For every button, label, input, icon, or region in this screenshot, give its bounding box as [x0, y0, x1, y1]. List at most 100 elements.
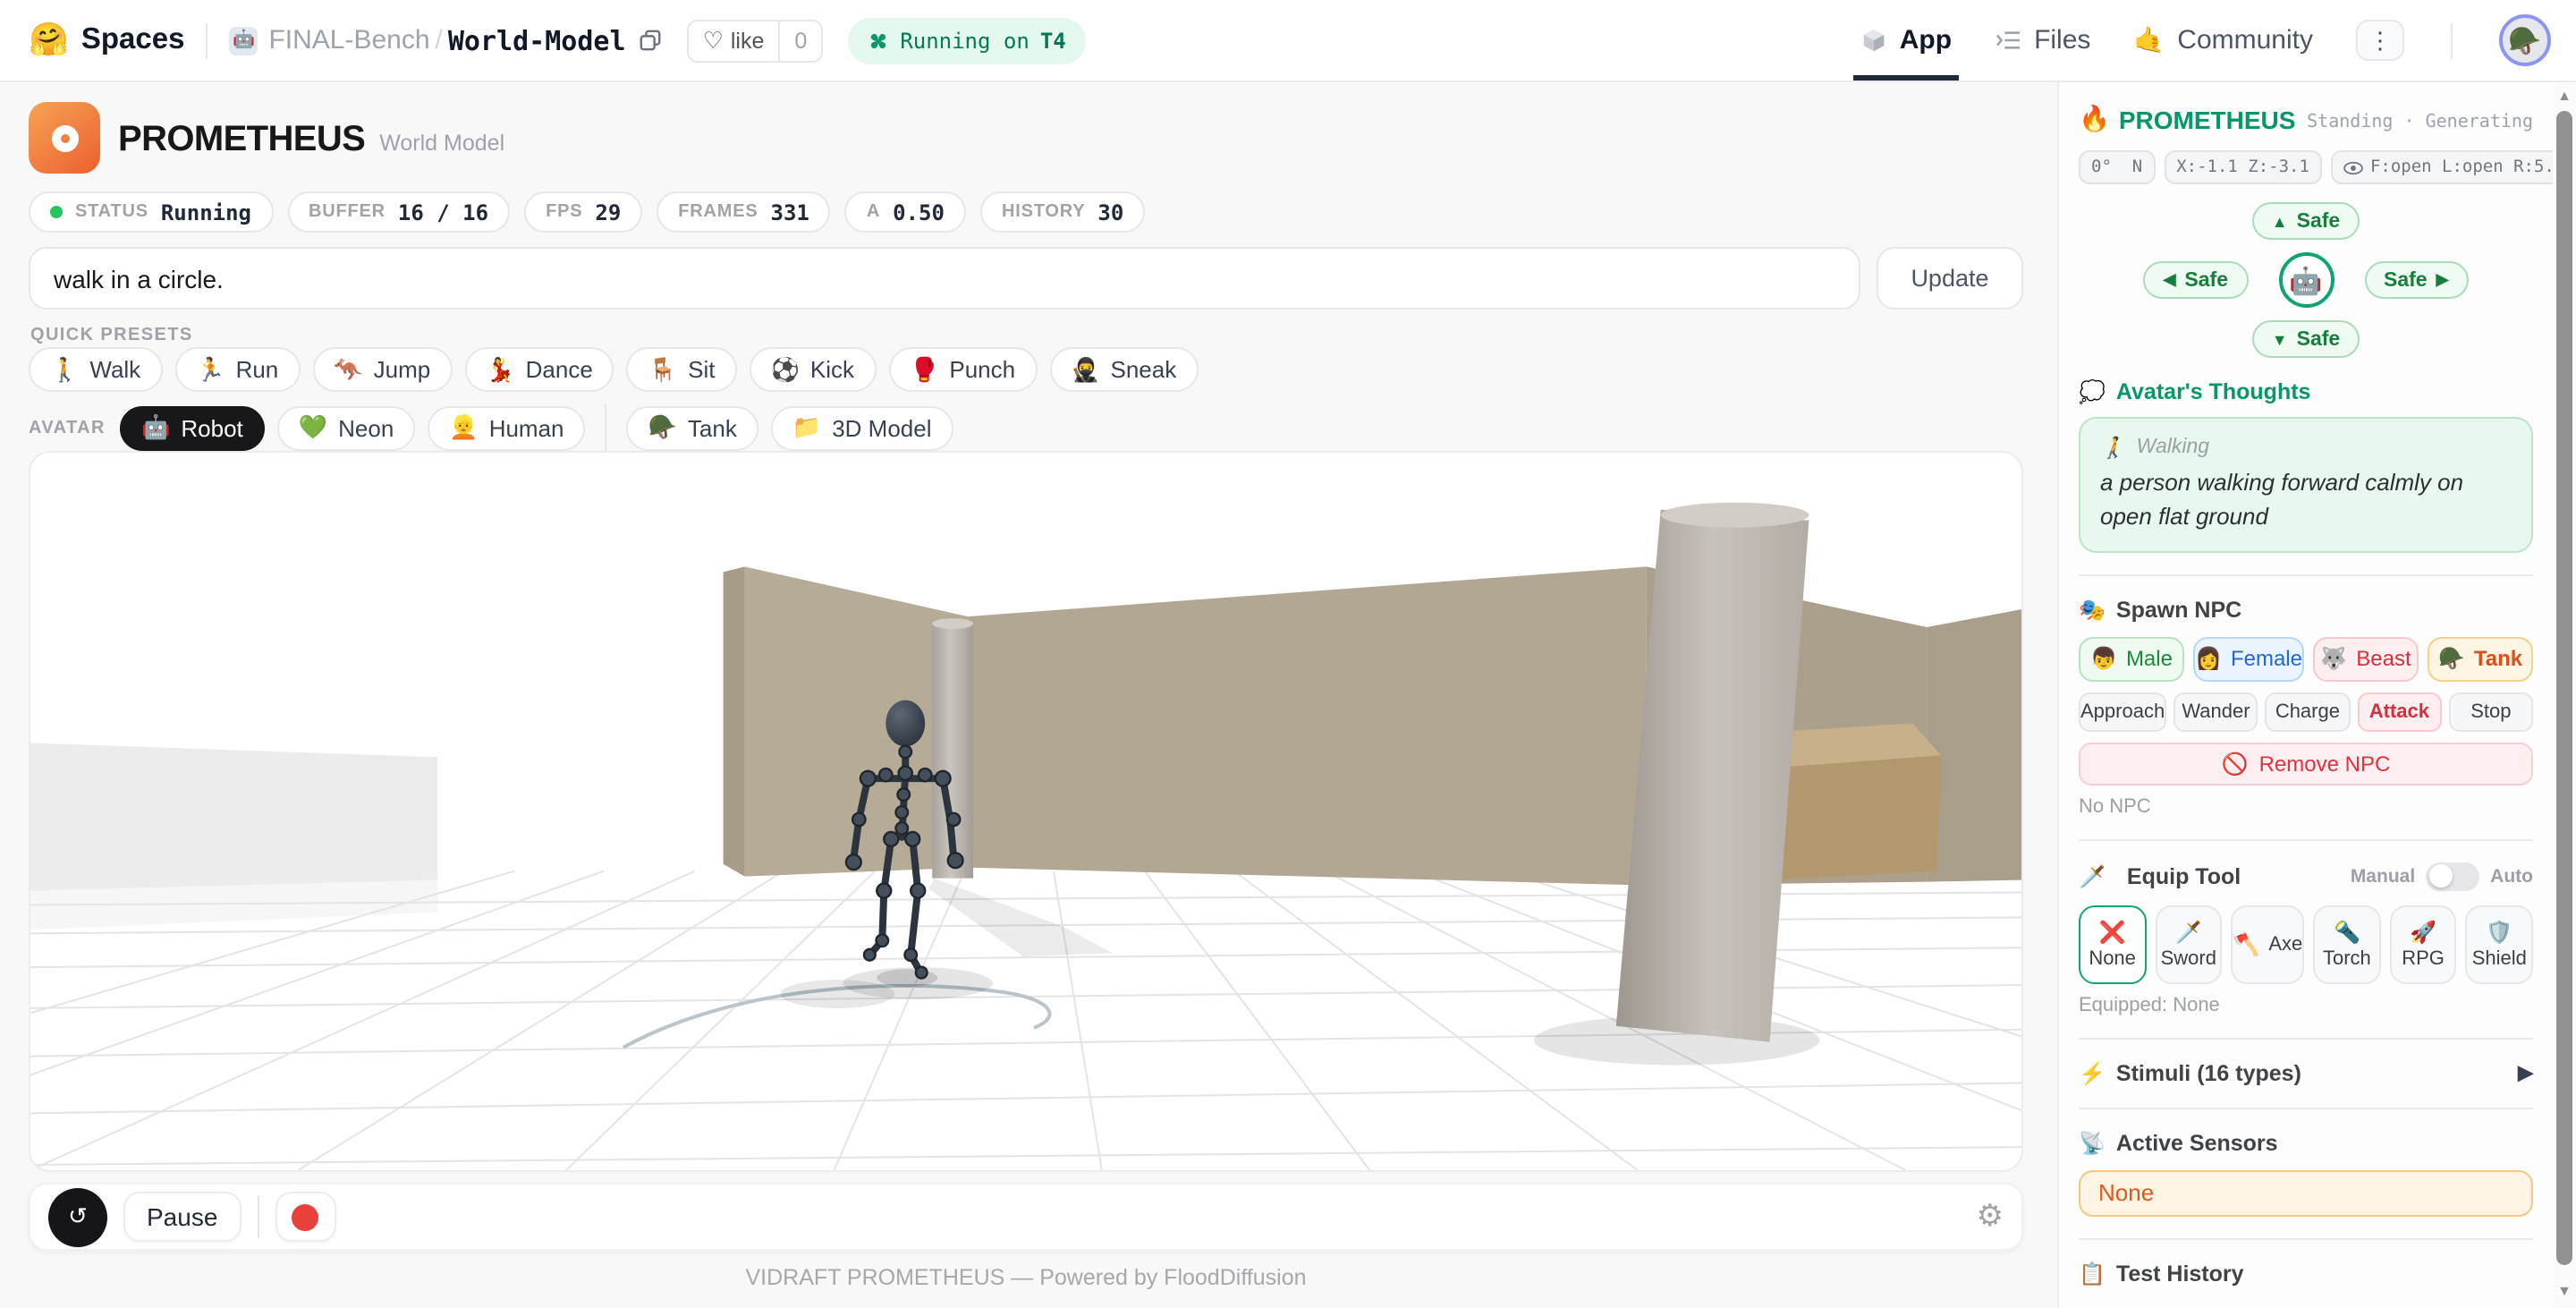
- spaces-brand[interactable]: 🤗 Spaces: [29, 21, 184, 59]
- app-title-block: PROMETHEUS World Model: [29, 102, 504, 174]
- preset-run[interactable]: 🏃 Run: [174, 347, 301, 392]
- scrollbar-thumb[interactable]: [2556, 111, 2572, 1265]
- sneak-icon: 🥷: [1071, 355, 1100, 382]
- heading-chip: 0° N: [2079, 150, 2156, 184]
- tab-app[interactable]: App: [1852, 0, 1960, 81]
- female-icon: 👩: [2195, 646, 2222, 672]
- manual-label: Manual: [2350, 865, 2416, 888]
- copy-icon[interactable]: [639, 29, 662, 52]
- tool-rpg-button[interactable]: 🚀 RPG: [2389, 905, 2457, 984]
- spawn-npc-header: 🎭 Spawn NPC: [2079, 597, 2242, 623]
- spawn-female-button[interactable]: 👩 Female: [2193, 636, 2304, 682]
- avatar-3d-model[interactable]: 📁 3D Model: [770, 405, 953, 450]
- prompt-input[interactable]: [29, 247, 1860, 310]
- preset-punch[interactable]: 🥊 Punch: [888, 347, 1038, 392]
- npc-stop-button[interactable]: Stop: [2448, 692, 2534, 732]
- tool-torch-button[interactable]: 🔦 Torch: [2313, 905, 2381, 984]
- alpha-pill: A 0.50: [844, 191, 966, 233]
- tank-helmet-icon: 🪖: [2437, 646, 2465, 672]
- tab-community[interactable]: 🤙 Community: [2133, 0, 2313, 81]
- neon-icon: 💚: [298, 413, 328, 440]
- sword-icon: 🗡️: [2174, 919, 2202, 945]
- fan-icon: [871, 32, 886, 48]
- preset-walk[interactable]: 🚶 Walk: [29, 347, 163, 392]
- human-icon: 👱: [449, 413, 479, 440]
- playback-bar: ↺ Pause ⚙: [29, 1183, 2023, 1251]
- thought-state-label: Walking: [2136, 437, 2210, 458]
- running-status-badge[interactable]: Running on T4: [848, 17, 1086, 64]
- scroll-up-arrow[interactable]: ▲: [2553, 88, 2576, 104]
- flame-icon: 🔥: [2079, 104, 2110, 132]
- avatar-robot[interactable]: 🤖 Robot: [120, 405, 265, 450]
- spawn-tank-button[interactable]: 🪖 Tank: [2428, 636, 2534, 682]
- tool-shield-button[interactable]: 🛡️ Shield: [2465, 905, 2533, 984]
- eye-icon: [2343, 160, 2363, 174]
- expand-caret-icon[interactable]: ▶: [2518, 1061, 2533, 1084]
- preset-kick[interactable]: ⚽ Kick: [749, 347, 876, 392]
- npc-charge-button[interactable]: Charge: [2265, 692, 2351, 732]
- safe-right-button[interactable]: Safe ▶: [2364, 261, 2469, 299]
- npc-wander-button[interactable]: Wander: [2174, 692, 2258, 732]
- punch-icon: 🥊: [910, 355, 939, 382]
- cube-icon: [1863, 29, 1884, 52]
- spawn-male-button[interactable]: 👦 Male: [2079, 636, 2185, 682]
- thought-text: a person walking forward calmly on open …: [2100, 469, 2464, 530]
- repo-link[interactable]: World-Model: [448, 24, 626, 56]
- buffer-pill: BUFFER 16 / 16: [287, 191, 511, 233]
- npc-attack-button[interactable]: Attack: [2357, 692, 2442, 732]
- safe-up-button[interactable]: ▲ Safe: [2251, 202, 2360, 240]
- avatar-neon[interactable]: 💚 Neon: [276, 405, 416, 450]
- preset-sit[interactable]: 🪑 Sit: [626, 347, 737, 392]
- org-link[interactable]: FINAL-Bench: [268, 25, 429, 55]
- main-content: PROMETHEUS World Model STATUS Running BUF…: [0, 82, 2025, 1308]
- dagger-icon: 🗡️: [2079, 863, 2106, 889]
- like-count[interactable]: 0: [778, 21, 821, 60]
- more-options-button[interactable]: ⋮: [2356, 20, 2404, 61]
- world-viewport[interactable]: [29, 451, 2023, 1172]
- equip-tool-header: 🗡️ Equip Tool Manual Auto: [2079, 862, 2533, 891]
- npc-approach-button[interactable]: Approach: [2079, 692, 2167, 732]
- preset-jump[interactable]: 🦘 Jump: [312, 347, 453, 392]
- tool-axe-button[interactable]: 🪓 Axe: [2231, 905, 2305, 984]
- remove-npc-button[interactable]: 🚫 Remove NPC: [2079, 742, 2533, 786]
- tab-community-label: Community: [2177, 25, 2313, 55]
- avatar-human[interactable]: 👱 Human: [428, 405, 586, 450]
- tab-files[interactable]: Files: [1995, 0, 2090, 81]
- avatar-row-divider: [605, 404, 607, 451]
- page-scrollbar[interactable]: ▲ ▼: [2553, 82, 2576, 1308]
- kick-icon: ⚽: [770, 355, 800, 382]
- preset-dance[interactable]: 💃 Dance: [464, 347, 614, 392]
- up-arrow-icon: ▲: [2271, 212, 2288, 230]
- org-avatar[interactable]: 🤖: [229, 26, 258, 55]
- running-label: Running on: [900, 28, 1030, 53]
- equip-mode-toggle[interactable]: [2426, 862, 2480, 891]
- user-avatar[interactable]: 🪖: [2499, 14, 2551, 66]
- record-icon: [292, 1203, 319, 1230]
- running-hardware: T4: [1039, 28, 1066, 53]
- spawn-beast-button[interactable]: 🐺 Beast: [2312, 636, 2419, 682]
- npc-type-row: 👦 Male 👩 Female 🐺 Beast 🪖 Tank: [2079, 636, 2534, 682]
- scroll-down-arrow[interactable]: ▼: [2553, 1283, 2576, 1299]
- pause-button[interactable]: Pause: [123, 1192, 242, 1242]
- beast-icon: 🐺: [2320, 646, 2348, 672]
- like-widget[interactable]: ♡ like 0: [686, 19, 824, 62]
- reset-button[interactable]: ↺: [48, 1187, 107, 1246]
- tab-app-label: App: [1899, 25, 1953, 55]
- safe-down-button[interactable]: ▼ Safe: [2251, 320, 2360, 358]
- preset-sneak[interactable]: 🥷 Sneak: [1049, 347, 1199, 392]
- record-button[interactable]: [275, 1192, 336, 1242]
- safe-left-button[interactable]: ◀ Safe: [2143, 261, 2248, 299]
- avatar-center-button[interactable]: 🤖: [2278, 252, 2334, 308]
- jump-icon: 🦘: [334, 355, 363, 382]
- tool-sword-button[interactable]: 🗡️ Sword: [2155, 905, 2223, 984]
- quick-presets-row: 🚶 Walk 🏃 Run 🦘 Jump 💃 Dance 🪑 Sit ⚽ Kick 🥊 Punc…: [29, 347, 1199, 392]
- app-footer: VIDRAFT PROMETHEUS — Powered by FloodDif…: [745, 1265, 1307, 1290]
- test-history-header: 📋 Test History: [2079, 1261, 2244, 1287]
- settings-gear-icon[interactable]: ⚙: [1977, 1199, 2004, 1235]
- controls-divider: [257, 1195, 259, 1238]
- update-button[interactable]: Update: [1877, 247, 2023, 310]
- tool-none-button[interactable]: ❌ None: [2079, 905, 2147, 984]
- spaces-label: Spaces: [80, 23, 185, 55]
- x-icon: ❌: [2098, 919, 2126, 945]
- avatar-tank[interactable]: 🪖 Tank: [626, 405, 758, 450]
